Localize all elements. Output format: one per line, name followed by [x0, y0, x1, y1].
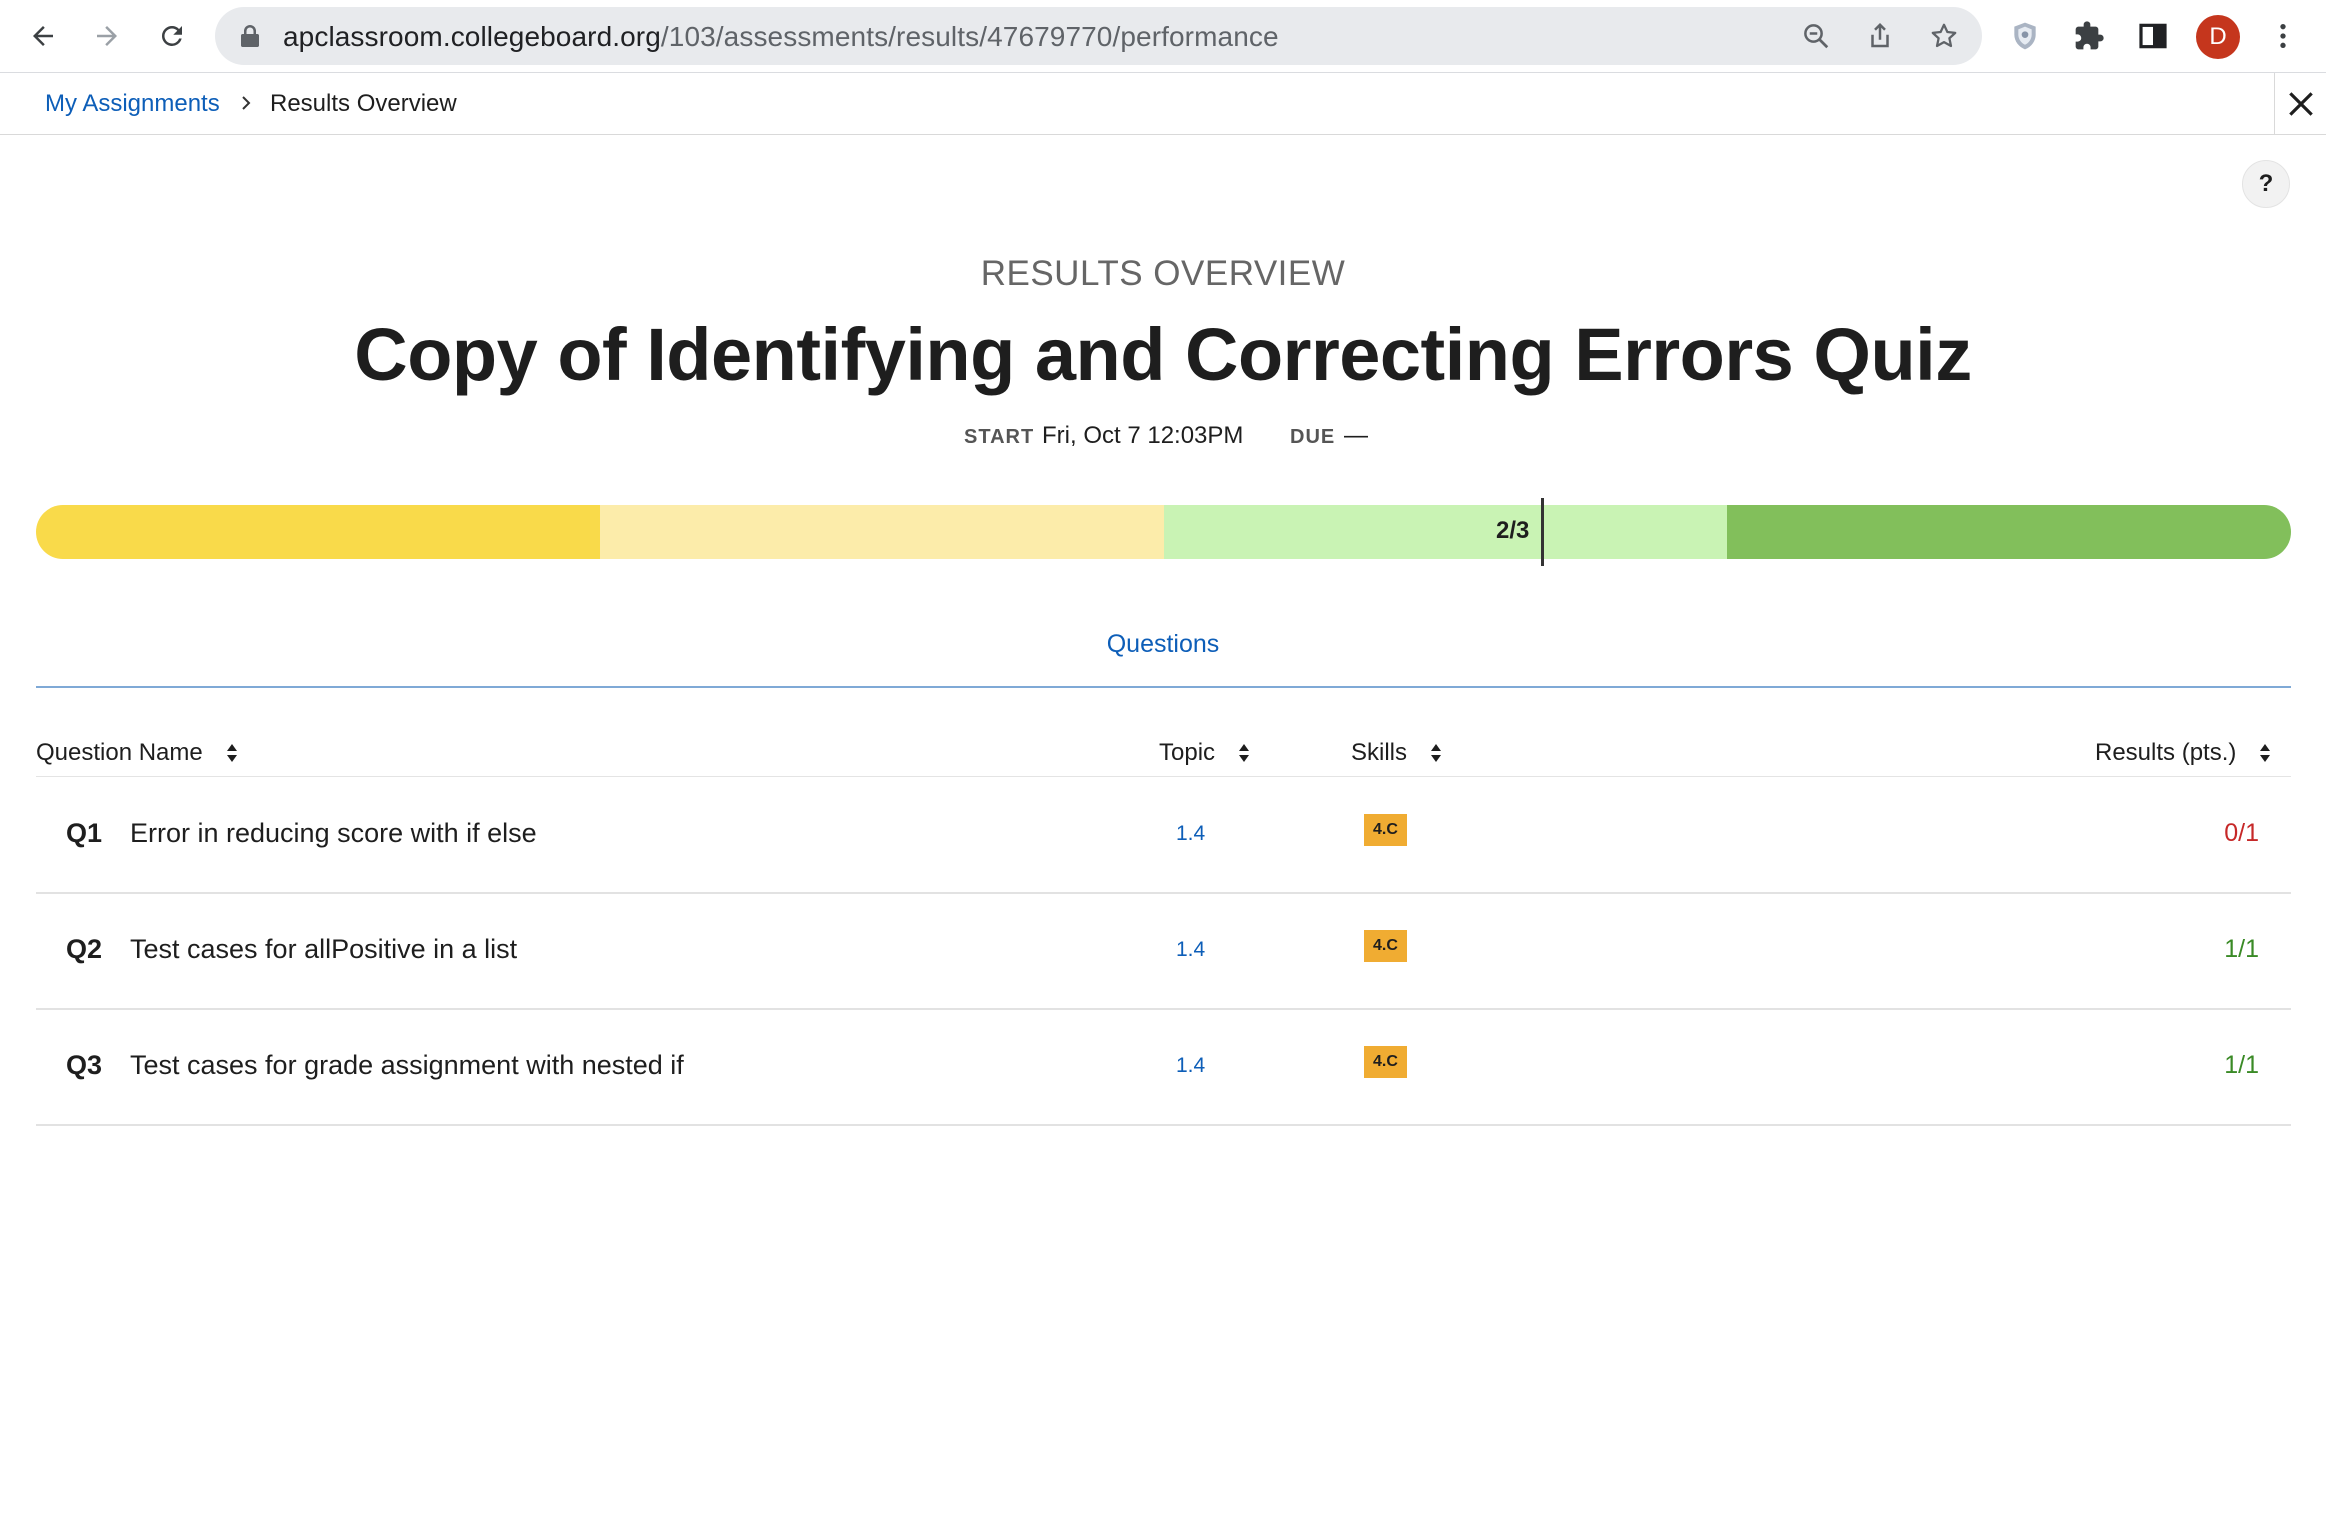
profile-avatar[interactable]: D [2196, 15, 2240, 59]
progress-segment [1163, 505, 1728, 559]
sort-icon [2260, 744, 2271, 762]
result-score: 1/1 [2224, 1051, 2259, 1079]
score-progress-bar [36, 505, 2291, 559]
back-icon[interactable] [21, 14, 65, 58]
column-label: Question Name [36, 739, 203, 766]
sort-icon [226, 744, 237, 762]
column-question-name[interactable]: Question Name [36, 739, 239, 767]
topic-link[interactable]: 1.4 [1176, 1054, 1205, 1078]
bookmark-star-icon[interactable] [1927, 19, 1961, 53]
progress-segment [36, 505, 600, 559]
help-button[interactable]: ? [2242, 160, 2290, 208]
close-icon [2288, 92, 2313, 116]
skill-badge: 4.C [1364, 1046, 1407, 1078]
start-label: START [964, 426, 1035, 448]
breadcrumb-current: Results Overview [270, 90, 457, 117]
page-title: Copy of Identifying and Correcting Error… [354, 313, 1972, 396]
result-score: 0/1 [2224, 819, 2259, 847]
breadcrumb-my-assignments[interactable]: My Assignments [45, 90, 220, 118]
question-name[interactable]: Test cases for allPositive in a list [130, 934, 517, 965]
tab-underline [36, 686, 2291, 688]
chevron-right-icon [242, 96, 251, 110]
progress-segment [599, 505, 1164, 559]
app-header: My Assignments Results Overview [0, 73, 2326, 135]
progress-segment [1727, 505, 2291, 559]
sort-icon [1431, 744, 1442, 762]
address-bar[interactable]: apclassroom.collegeboard.org/103/assessm… [215, 7, 1982, 65]
reload-icon[interactable] [150, 14, 194, 58]
more-vert-icon[interactable] [2262, 15, 2304, 57]
sort-icon [1239, 744, 1250, 762]
table-row[interactable]: Q1 Error in reducing score with if else 1.… [36, 778, 2291, 894]
column-results[interactable]: Results (pts.) [2095, 739, 2272, 767]
close-button[interactable] [2274, 73, 2326, 135]
result-score: 1/1 [2224, 935, 2259, 963]
url-host: apclassroom.collegeboard.org [283, 21, 661, 52]
tab-questions[interactable]: Questions [0, 630, 2326, 659]
forward-icon[interactable] [85, 14, 129, 58]
share-icon[interactable] [1863, 19, 1897, 53]
url-text: apclassroom.collegeboard.org/103/assessm… [283, 21, 1279, 53]
browser-toolbar: apclassroom.collegeboard.org/103/assessm… [0, 0, 2326, 73]
due-value: — [1344, 422, 1368, 449]
topic-link[interactable]: 1.4 [1176, 822, 1205, 846]
page-eyebrow: RESULTS OVERVIEW [980, 254, 1346, 293]
zoom-out-icon[interactable] [1799, 19, 1833, 53]
skill-badge: 4.C [1364, 930, 1407, 962]
table-header: Question Name Topic Skills Results (pts.… [36, 733, 2291, 777]
url-path: /103/assessments/results/47679770/perfor… [660, 21, 1279, 52]
column-label: Skills [1351, 739, 1408, 766]
question-number: Q3 [66, 1050, 103, 1080]
skill-badge: 4.C [1364, 814, 1407, 846]
assignment-dates: START Fri, Oct 7 12:03PM DUE — [0, 421, 2326, 451]
table-row[interactable]: Q3 Test cases for grade assignment with n… [36, 1010, 2291, 1126]
question-name[interactable]: Error in reducing score with if else [130, 818, 537, 849]
question-name[interactable]: Test cases for grade assignment with nes… [130, 1050, 684, 1081]
score-marker [1541, 498, 1544, 566]
shield-extension-icon[interactable] [2004, 15, 2046, 57]
topic-link[interactable]: 1.4 [1176, 938, 1205, 962]
start-value: Fri, Oct 7 12:03PM [1042, 422, 1244, 449]
column-topic[interactable]: Topic [1159, 739, 1251, 767]
due-label: DUE [1290, 426, 1336, 448]
table-row[interactable]: Q2 Test cases for allPositive in a list 1.… [36, 894, 2291, 1010]
question-number: Q1 [66, 818, 103, 848]
column-skills[interactable]: Skills [1351, 739, 1443, 767]
column-label: Results (pts.) [2095, 739, 2237, 766]
lock-icon[interactable] [240, 24, 260, 48]
question-number: Q2 [66, 934, 103, 964]
column-label: Topic [1159, 739, 1216, 766]
extensions-puzzle-icon[interactable] [2068, 15, 2110, 57]
side-panel-icon[interactable] [2132, 15, 2174, 57]
score-label: 2/3 [1496, 517, 1530, 544]
